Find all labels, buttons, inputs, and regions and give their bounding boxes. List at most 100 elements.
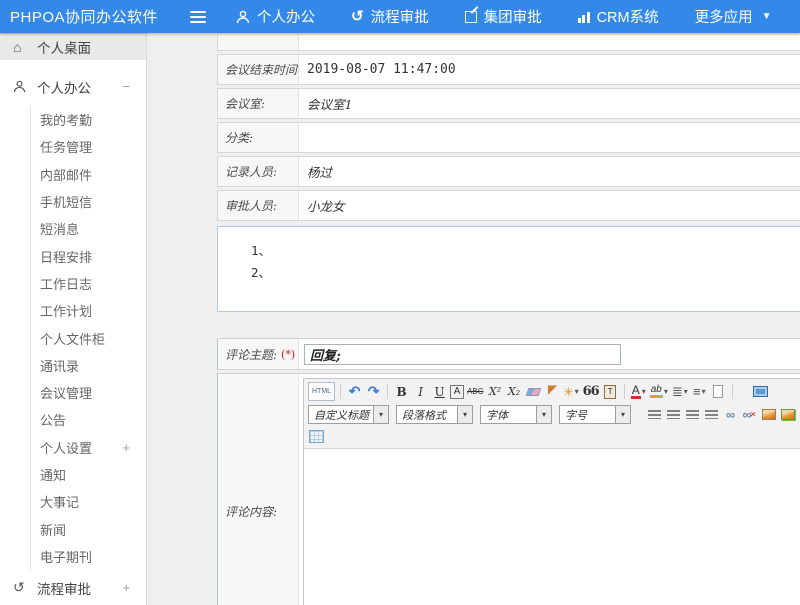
collapse-icon[interactable]: − xyxy=(122,79,146,94)
nav-personal-office[interactable]: 个人办公 xyxy=(236,6,315,27)
sidebar-item-meetings[interactable]: 会议管理 xyxy=(31,379,146,406)
superscript-button[interactable]: X² xyxy=(487,382,504,401)
auto-format-button[interactable]: ✳▾ xyxy=(563,382,580,401)
sidebar-item-work-log[interactable]: 工作日志 xyxy=(31,270,146,297)
row-value: 2019-08-07 11:47:00 xyxy=(299,55,800,84)
clipboard-icon: T xyxy=(604,385,616,399)
border-text-button[interactable]: A xyxy=(450,385,464,399)
format-brush-button[interactable]: ◢ xyxy=(544,382,561,401)
sidebar-item-personal-files[interactable]: 个人文件柜 xyxy=(31,324,146,351)
italic-button[interactable]: I xyxy=(412,382,429,401)
sidebar-item-news[interactable]: 新闻 xyxy=(31,515,146,542)
sidebar-item-work-plan[interactable]: 工作计划 xyxy=(31,297,146,324)
bold-button[interactable]: B xyxy=(393,382,410,401)
sidebar-item-announcements[interactable]: 公告 xyxy=(31,406,146,433)
ordered-list-icon: ≣ xyxy=(672,384,683,400)
row-meeting-end-time: 会议结束时间: 2019-08-07 11:47:00 xyxy=(217,54,800,85)
nav-label: 个人办公 xyxy=(257,6,315,27)
select-value: 自定义标题 xyxy=(309,406,373,423)
row-category: 分类: xyxy=(217,122,800,153)
blockquote-button[interactable]: 66 xyxy=(582,382,600,401)
font-family-select[interactable]: 字体 ▾ xyxy=(480,405,552,424)
sidebar-item-e-journal[interactable]: 电子期刊 xyxy=(31,543,146,570)
align-center-button[interactable] xyxy=(665,405,682,424)
app-logo: PHPOA协同办公软件 xyxy=(0,6,190,27)
main-nav: 个人办公 ↺ 流程审批 集团审批 CRM系统 更多应用 ▼ xyxy=(236,6,772,27)
nav-crm-system[interactable]: CRM系统 xyxy=(578,6,659,27)
comment-subject-input[interactable] xyxy=(304,344,621,365)
remove-link-button[interactable]: ∞✕ xyxy=(741,405,758,424)
nav-group-approval[interactable]: 集团审批 xyxy=(465,6,542,27)
comment-content-editable-area[interactable] xyxy=(304,449,800,605)
new-page-button[interactable] xyxy=(710,382,727,401)
nav-workflow-approval[interactable]: ↺ 流程审批 xyxy=(351,6,429,27)
row-comment-subject: 评论主题: (*) xyxy=(217,338,800,370)
font-size-select[interactable]: 字号 ▾ xyxy=(559,405,631,424)
sidebar-item-notices[interactable]: 通知 xyxy=(31,461,146,488)
row-value xyxy=(299,35,800,50)
table-row-partial xyxy=(217,35,800,51)
sidebar-item-sms[interactable]: 手机短信 xyxy=(31,188,146,215)
highlight-color-button[interactable]: ab▾ xyxy=(649,382,669,401)
sidebar-item-label: 手机短信 xyxy=(40,192,92,211)
insert-net-image-button[interactable] xyxy=(779,405,796,424)
sidebar-item-tasks[interactable]: 任务管理 xyxy=(31,133,146,160)
align-right-icon xyxy=(686,410,699,419)
strikethrough-button[interactable]: ABC xyxy=(466,382,484,401)
unordered-list-button[interactable]: ≡▾ xyxy=(691,382,708,401)
html-source-button[interactable]: HTML xyxy=(308,382,335,401)
editor-toolbar: HTML ↶ ↷ B I U A ABC X² xyxy=(304,379,800,449)
expand-icon[interactable]: + xyxy=(122,580,146,595)
nav-more-apps[interactable]: 更多应用 ▼ xyxy=(695,6,772,27)
redo-button[interactable]: ↷ xyxy=(365,382,382,401)
toolbar-row-3 xyxy=(308,426,800,447)
chevron-down-icon: ▾ xyxy=(575,387,579,396)
eraser-button[interactable] xyxy=(525,382,542,401)
row-label: 评论主题: (*) xyxy=(218,339,299,369)
paste-text-button[interactable]: T xyxy=(602,382,619,401)
sidebar-item-desktop[interactable]: ⌂ 个人桌面 xyxy=(0,33,146,60)
sidebar-item-internal-mail[interactable]: 内部邮件 xyxy=(31,161,146,188)
sidebar-item-label: 大事记 xyxy=(40,492,79,511)
menu-toggle-icon[interactable] xyxy=(190,11,206,23)
subscript-button[interactable]: X₂ xyxy=(506,382,523,401)
expand-icon[interactable]: + xyxy=(122,440,146,455)
font-color-button[interactable]: A▾ xyxy=(630,382,647,401)
bar-chart-icon xyxy=(578,11,590,23)
divider xyxy=(340,384,341,399)
align-justify-button[interactable] xyxy=(703,405,720,424)
align-left-button[interactable] xyxy=(646,405,663,424)
row-value xyxy=(299,339,800,369)
ordered-list-button[interactable]: ≣▾ xyxy=(671,382,689,401)
sidebar-item-short-messages[interactable]: 短消息 xyxy=(31,215,146,242)
sidebar-item-label: 电子期刊 xyxy=(40,547,92,566)
sidebar-item-attendance[interactable]: 我的考勤 xyxy=(31,106,146,133)
sidebar-item-major-events[interactable]: 大事记 xyxy=(31,488,146,515)
heading-select[interactable]: 自定义标题 ▾ xyxy=(308,405,389,424)
chevron-down-icon: ▾ xyxy=(615,406,630,423)
toolbar-row-2: 自定义标题 ▾ 段落格式 ▾ 字体 ▾ xyxy=(308,403,800,426)
sidebar-item-workflow-approval[interactable]: ↺ 流程审批 + xyxy=(0,574,146,601)
row-recorder: 记录人员: 杨过 xyxy=(217,156,800,187)
fullscreen-button[interactable] xyxy=(738,382,769,401)
insert-image-button[interactable] xyxy=(760,405,777,424)
sidebar-item-contacts[interactable]: 通讯录 xyxy=(31,352,146,379)
sidebar-item-label: 会议管理 xyxy=(40,383,92,402)
x-icon: ✕ xyxy=(750,410,757,419)
sidebar-item-schedule[interactable]: 日程安排 xyxy=(31,242,146,269)
person-icon xyxy=(13,80,29,93)
row-value: 小龙女 xyxy=(299,191,800,220)
sidebar-item-personal-settings[interactable]: 个人设置+ xyxy=(31,434,146,461)
select-value: 字体 xyxy=(481,406,536,423)
undo-button[interactable]: ↶ xyxy=(346,382,363,401)
align-right-button[interactable] xyxy=(684,405,701,424)
insert-table-button[interactable] xyxy=(308,427,325,446)
magic-wand-icon: ✳ xyxy=(564,385,574,399)
divider xyxy=(387,384,388,399)
underline-button[interactable]: U xyxy=(431,382,448,401)
row-label: 记录人员: xyxy=(218,157,299,186)
row-approver: 审批人员: 小龙女 xyxy=(217,190,800,221)
sidebar-item-personal-office[interactable]: 个人办公 − xyxy=(0,73,146,100)
paragraph-format-select[interactable]: 段落格式 ▾ xyxy=(396,405,473,424)
insert-link-button[interactable]: ∞ xyxy=(722,405,739,424)
